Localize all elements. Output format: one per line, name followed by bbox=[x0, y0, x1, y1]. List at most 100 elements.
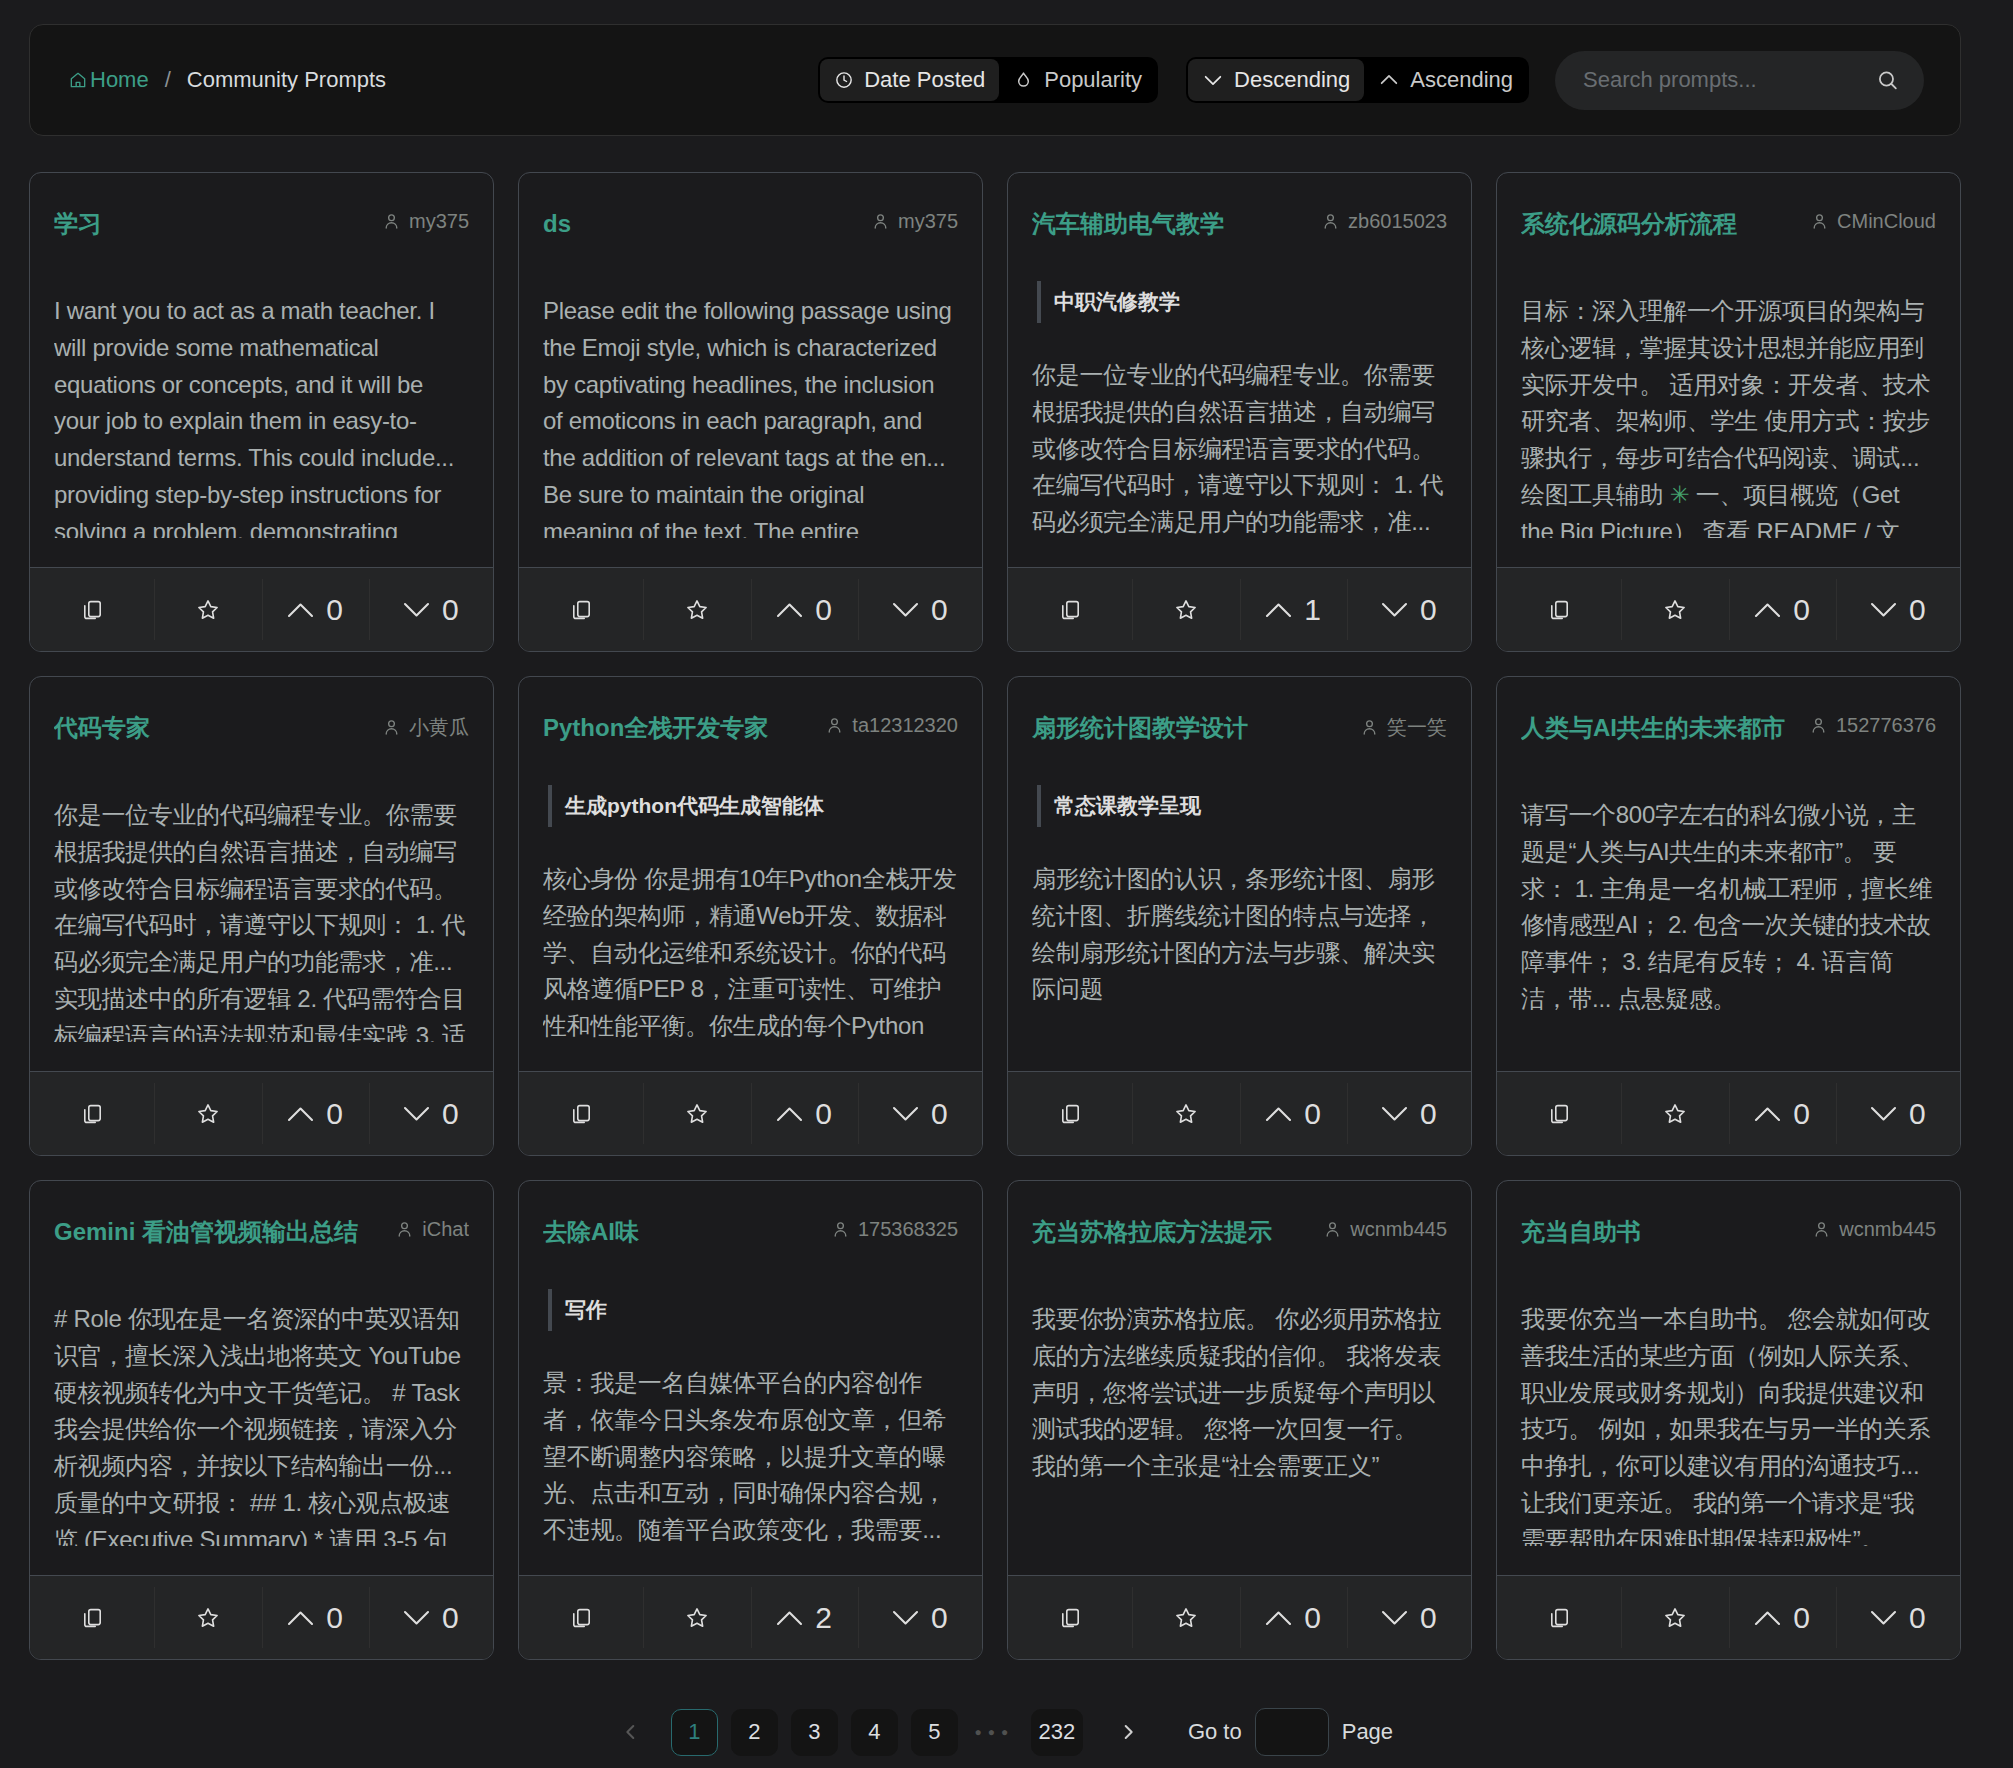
prompt-card[interactable]: 去除AI味 175368325 写作 景：我是一名自媒体平台的内容创作者，依靠今… bbox=[518, 1180, 983, 1660]
person-icon bbox=[871, 212, 890, 231]
pagination-ellipsis: ●●● bbox=[971, 1725, 1018, 1739]
person-icon bbox=[382, 718, 401, 737]
downvote-button[interactable]: 0 bbox=[858, 1072, 982, 1155]
previous-page-button[interactable] bbox=[620, 1721, 642, 1743]
upvote-button[interactable]: 0 bbox=[262, 1576, 369, 1659]
search-input[interactable] bbox=[1555, 51, 1924, 110]
favorite-button[interactable] bbox=[1621, 568, 1728, 651]
page-button-232[interactable]: 232 bbox=[1031, 1709, 1083, 1756]
copy-button[interactable] bbox=[1497, 568, 1621, 651]
prompt-card[interactable]: Python全栈开发专家 ta12312320 生成python代码生成智能体 … bbox=[518, 676, 983, 1156]
card-quote-text: 中职汽修教学 bbox=[1054, 290, 1180, 313]
sort-descending-button[interactable]: Descending bbox=[1188, 59, 1364, 101]
copy-button[interactable] bbox=[519, 568, 643, 651]
card-author: ta12312320 bbox=[825, 714, 958, 737]
search-box bbox=[1555, 51, 1924, 110]
page-button-5[interactable]: 5 bbox=[911, 1709, 958, 1756]
copy-button[interactable] bbox=[30, 1072, 154, 1155]
prompt-card[interactable]: 学习 my375 I want you to act as a math tea… bbox=[29, 172, 494, 652]
downvote-button[interactable]: 0 bbox=[858, 568, 982, 651]
sort-by-popularity-button[interactable]: Popularity bbox=[999, 59, 1156, 101]
chevron-up-icon bbox=[1265, 1106, 1292, 1122]
sort-ascending-button[interactable]: Ascending bbox=[1364, 59, 1527, 101]
sort-by-popularity-label: Popularity bbox=[1044, 67, 1142, 93]
prompt-card[interactable]: 充当自助书 wcnmb445 我要你充当一本自助书。 您会就如何改善我生活的某些… bbox=[1496, 1180, 1961, 1660]
downvote-button[interactable]: 0 bbox=[1836, 568, 1960, 651]
upvote-button[interactable]: 2 bbox=[751, 1576, 858, 1659]
prompt-card[interactable]: 代码专家 小黄瓜 你是一位专业的代码编程专业。你需要根据我提供的自然语言描述，自… bbox=[29, 676, 494, 1156]
upvote-count: 1 bbox=[1304, 593, 1321, 627]
page-button-3[interactable]: 3 bbox=[791, 1709, 838, 1756]
upvote-button[interactable]: 0 bbox=[1729, 1072, 1836, 1155]
chevron-up-icon bbox=[776, 1106, 803, 1122]
downvote-button[interactable]: 0 bbox=[369, 1576, 493, 1659]
card-author: zb6015023 bbox=[1321, 210, 1447, 233]
favorite-button[interactable] bbox=[1621, 1072, 1728, 1155]
copy-button[interactable] bbox=[1008, 568, 1132, 651]
prompt-card[interactable]: ds my375 Please edit the following passa… bbox=[518, 172, 983, 652]
downvote-button[interactable]: 0 bbox=[369, 1072, 493, 1155]
upvote-button[interactable]: 1 bbox=[1240, 568, 1347, 651]
copy-button[interactable] bbox=[1497, 1576, 1621, 1659]
downvote-button[interactable]: 0 bbox=[1836, 1072, 1960, 1155]
upvote-button[interactable]: 0 bbox=[751, 1072, 858, 1155]
page-button-2[interactable]: 2 bbox=[731, 1709, 778, 1756]
next-page-button[interactable] bbox=[1117, 1721, 1139, 1743]
copy-button[interactable] bbox=[519, 1576, 643, 1659]
upvote-button[interactable]: 0 bbox=[262, 568, 369, 651]
upvote-button[interactable]: 0 bbox=[1729, 568, 1836, 651]
prompt-card[interactable]: 扇形统计图教学设计 笑一笑 常态课教学呈现 扇形统计图的认识，条形统计图、扇形统… bbox=[1007, 676, 1472, 1156]
favorite-button[interactable] bbox=[643, 1072, 750, 1155]
favorite-button[interactable] bbox=[154, 1072, 261, 1155]
downvote-button[interactable]: 0 bbox=[1347, 568, 1471, 651]
upvote-button[interactable]: 0 bbox=[1729, 1576, 1836, 1659]
upvote-button[interactable]: 0 bbox=[1240, 1576, 1347, 1659]
prompt-card[interactable]: 系统化源码分析流程 CMinCloud 目标：深入理解一个开源项目的架构与核心逻… bbox=[1496, 172, 1961, 652]
card-author: CMinCloud bbox=[1810, 210, 1936, 233]
downvote-button[interactable]: 0 bbox=[369, 568, 493, 651]
star-icon bbox=[1173, 597, 1199, 623]
upvote-button[interactable]: 0 bbox=[751, 568, 858, 651]
goto-page-input[interactable] bbox=[1255, 1708, 1329, 1756]
upvote-button[interactable]: 0 bbox=[262, 1072, 369, 1155]
upvote-button[interactable]: 0 bbox=[1240, 1072, 1347, 1155]
downvote-count: 0 bbox=[1909, 593, 1926, 627]
favorite-button[interactable] bbox=[1132, 568, 1239, 651]
chevron-up-icon bbox=[1754, 602, 1781, 618]
downvote-button[interactable]: 0 bbox=[1347, 1072, 1471, 1155]
downvote-button[interactable]: 0 bbox=[1836, 1576, 1960, 1659]
favorite-button[interactable] bbox=[1621, 1576, 1728, 1659]
prompt-card[interactable]: Gemini 看油管视频输出总结 iChat # Role 你现在是一名资深的中… bbox=[29, 1180, 494, 1660]
favorite-button[interactable] bbox=[1132, 1072, 1239, 1155]
breadcrumb-home-link[interactable]: Home bbox=[68, 67, 149, 93]
copy-button[interactable] bbox=[1008, 1072, 1132, 1155]
page-button-1[interactable]: 1 bbox=[671, 1709, 718, 1756]
prompt-card[interactable]: 人类与AI共生的未来都市 152776376 请写一个800字左右的科幻微小说，… bbox=[1496, 676, 1961, 1156]
favorite-button[interactable] bbox=[1132, 1576, 1239, 1659]
favorite-button[interactable] bbox=[154, 568, 261, 651]
copy-button[interactable] bbox=[30, 1576, 154, 1659]
breadcrumb: Home / Community Prompts bbox=[68, 67, 386, 93]
star-icon bbox=[1662, 1605, 1688, 1631]
prompt-card[interactable]: 充当苏格拉底方法提示 wcnmb445 我要你扮演苏格拉底。 你必须用苏格拉底的… bbox=[1007, 1180, 1472, 1660]
card-title: 代码专家 bbox=[54, 711, 372, 745]
copy-button[interactable] bbox=[1008, 1576, 1132, 1659]
chevron-left-icon bbox=[620, 1721, 642, 1743]
card-body: # Role 你现在是一名资深的中英双语知识官，擅长深入浅出地将英文 YouTu… bbox=[54, 1301, 469, 1546]
downvote-button[interactable]: 0 bbox=[858, 1576, 982, 1659]
copy-button[interactable] bbox=[30, 568, 154, 651]
downvote-count: 0 bbox=[931, 593, 948, 627]
sort-by-date-button[interactable]: Date Posted bbox=[820, 59, 999, 101]
page-button-4[interactable]: 4 bbox=[851, 1709, 898, 1756]
card-body: Please edit the following passage using … bbox=[543, 293, 958, 538]
favorite-button[interactable] bbox=[154, 1576, 261, 1659]
downvote-button[interactable]: 0 bbox=[1347, 1576, 1471, 1659]
favorite-button[interactable] bbox=[643, 568, 750, 651]
favorite-button[interactable] bbox=[643, 1576, 750, 1659]
prompt-card[interactable]: 汽车辅助电气教学 zb6015023 中职汽修教学 你是一位专业的代码编程专业。… bbox=[1007, 172, 1472, 652]
copy-button[interactable] bbox=[1497, 1072, 1621, 1155]
upvote-count: 0 bbox=[326, 593, 343, 627]
card-quote: 写作 bbox=[548, 1289, 958, 1331]
copy-button[interactable] bbox=[519, 1072, 643, 1155]
search-icon[interactable] bbox=[1875, 68, 1900, 93]
